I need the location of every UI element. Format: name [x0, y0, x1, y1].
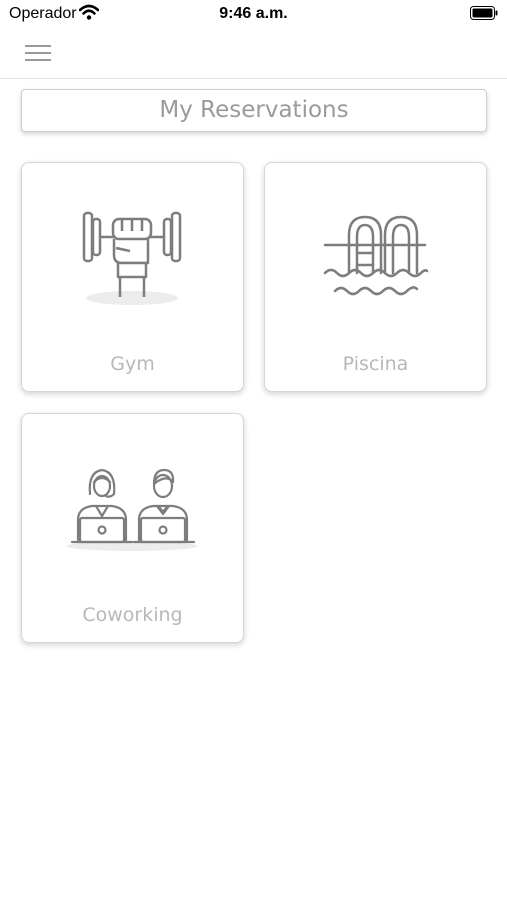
amenity-card-piscina[interactable]: Piscina — [264, 162, 487, 392]
amenity-label-coworking: Coworking — [82, 604, 183, 626]
amenity-label-piscina: Piscina — [342, 353, 409, 375]
amenity-card-gym[interactable]: Gym — [21, 162, 244, 392]
coworking-people-icon — [66, 468, 198, 551]
navigation-bar — [0, 28, 507, 79]
hamburger-menu-icon[interactable] — [22, 42, 54, 64]
dumbbell-icon — [82, 211, 182, 305]
pool-ladder-icon — [323, 215, 429, 296]
status-bar: Operador 9:46 a.m. — [0, 0, 507, 28]
amenity-label-gym: Gym — [110, 353, 155, 375]
amenity-card-coworking[interactable]: Coworking — [21, 413, 244, 643]
battery-icon — [470, 6, 498, 20]
clock-time: 9:46 a.m. — [219, 5, 288, 22]
page-title: My Reservations — [21, 89, 487, 132]
